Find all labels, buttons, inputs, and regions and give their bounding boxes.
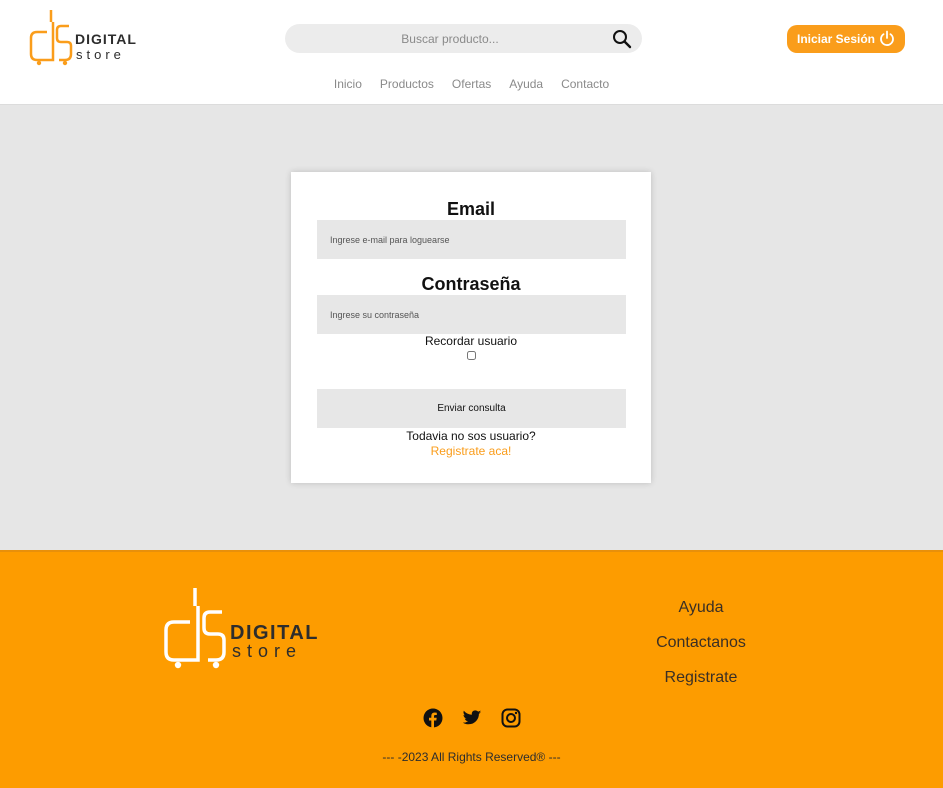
no-account-text: Todavia no sos usuario? [406, 429, 536, 443]
remember-checkbox[interactable] [467, 351, 476, 360]
search-icon[interactable] [612, 29, 632, 49]
submit-button[interactable]: Enviar consulta [317, 389, 626, 428]
logo-mark-icon: DIGITAL store [29, 10, 137, 66]
email-label: Email [446, 199, 496, 219]
footer-logo[interactable]: DIGITAL store [164, 586, 324, 670]
logo-text-top: DIGITAL [75, 31, 137, 47]
remember-label: Recordar usuario [424, 334, 518, 348]
main-nav: Inicio Productos Ofertas Ayuda Contacto [0, 77, 943, 91]
copyright-text: --- -2023 All Rights Reserved® --- [382, 750, 561, 764]
power-icon [879, 30, 895, 49]
login-button[interactable]: Iniciar Sesión [787, 25, 905, 53]
password-field[interactable] [317, 295, 626, 334]
twitter-icon[interactable] [462, 708, 482, 728]
logo[interactable]: DIGITAL store [29, 8, 139, 66]
instagram-icon[interactable] [501, 708, 521, 728]
footer-logo-mark-icon: DIGITAL store [164, 588, 318, 669]
facebook-icon[interactable] [423, 708, 443, 728]
social-links [0, 708, 943, 728]
footer-link-ayuda[interactable]: Ayuda [601, 598, 801, 633]
logo-text-bottom: store [76, 47, 125, 62]
login-card: Email Contraseña Recordar usuario Enviar… [291, 172, 651, 483]
search-bar [285, 24, 642, 53]
login-button-label: Iniciar Sesión [796, 32, 876, 46]
search-input[interactable] [285, 24, 615, 53]
nav-item-productos[interactable]: Productos [380, 77, 434, 91]
footer-logo-text-bottom: store [232, 641, 302, 661]
footer-links: Ayuda Contactanos Registrate [601, 598, 801, 703]
nav-item-contacto[interactable]: Contacto [561, 77, 609, 91]
email-field[interactable] [317, 220, 626, 259]
footer-link-registrate[interactable]: Registrate [601, 668, 801, 703]
header: DIGITAL store Iniciar Sesión Inicio Prod… [0, 0, 943, 105]
footer: DIGITAL store Ayuda Contactanos Registra… [0, 550, 943, 788]
register-link[interactable]: Registrate aca! [291, 444, 651, 458]
nav-item-ofertas[interactable]: Ofertas [452, 77, 491, 91]
footer-link-contactanos[interactable]: Contactanos [601, 633, 801, 668]
nav-item-ayuda[interactable]: Ayuda [509, 77, 543, 91]
nav-item-inicio[interactable]: Inicio [334, 77, 362, 91]
password-label: Contraseña [421, 274, 521, 294]
